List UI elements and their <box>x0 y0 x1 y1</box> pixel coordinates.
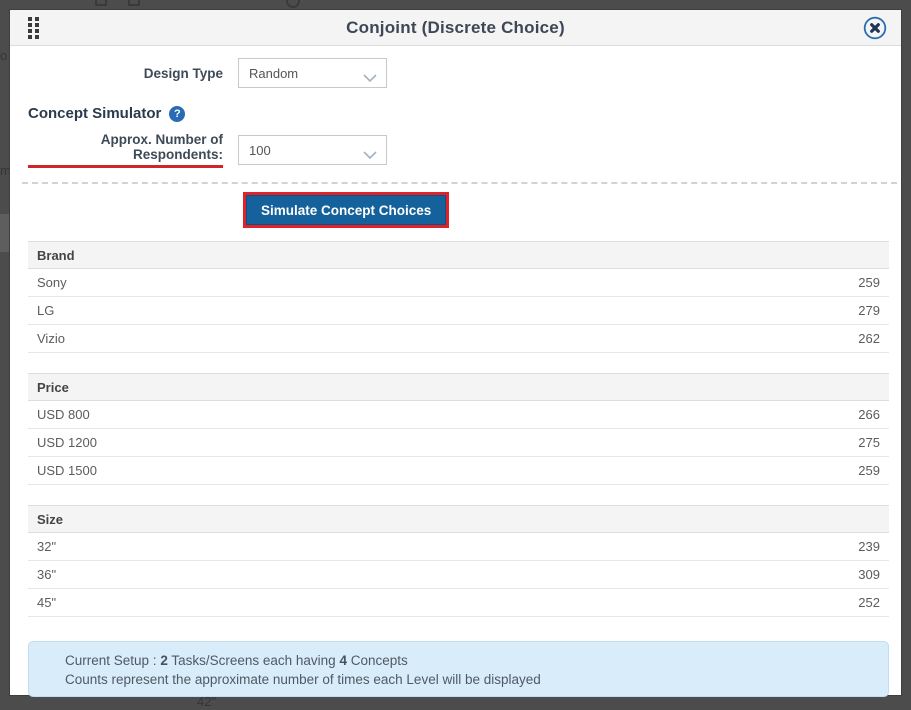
modal-header: Conjoint (Discrete Choice) <box>10 10 901 46</box>
background-artifact <box>128 0 140 6</box>
row-count: 252 <box>858 595 880 610</box>
info-box: Current Setup : 2 Tasks/Screens each hav… <box>28 641 889 697</box>
row-count: 259 <box>858 275 880 290</box>
table-row: 36" 309 <box>28 561 889 589</box>
design-type-row: Design Type Random <box>28 58 889 88</box>
info-line1-part: 2 <box>160 653 168 668</box>
design-type-value: Random <box>249 66 298 81</box>
modal-title: Conjoint (Discrete Choice) <box>346 18 565 38</box>
close-button[interactable] <box>862 15 888 41</box>
background-artifact <box>286 0 300 8</box>
dashed-divider <box>22 182 897 184</box>
concept-simulator-heading: Concept Simulator ? <box>28 105 889 122</box>
background-artifact <box>95 0 107 6</box>
row-label: 36" <box>37 567 56 582</box>
info-line1: Current Setup : 2 Tasks/Screens each hav… <box>65 651 878 670</box>
info-line1-part: Concepts <box>347 653 408 668</box>
info-line1-part: Tasks/Screens each having <box>168 653 340 668</box>
design-type-label: Design Type <box>28 66 223 81</box>
respondents-select[interactable]: 100 <box>238 135 387 165</box>
row-count: 266 <box>858 407 880 422</box>
table-row: Sony 259 <box>28 269 889 297</box>
info-line2: Counts represent the approximate number … <box>65 670 878 689</box>
chevron-down-icon <box>363 70 377 85</box>
conjoint-modal: Conjoint (Discrete Choice) Design Type R… <box>10 10 901 695</box>
background-artifact: o <box>0 48 7 63</box>
row-label: USD 1200 <box>37 435 97 450</box>
respondents-label-col: Approx. Number of Respondents: <box>28 132 223 168</box>
level-count-table: Size 32" 239 36" 309 45" 252 <box>28 505 889 617</box>
table-header: Brand <box>28 241 889 269</box>
simulate-button-wrap: Simulate Concept Choices <box>28 195 889 225</box>
close-icon <box>862 29 888 44</box>
design-type-select[interactable]: Random <box>238 58 387 88</box>
table-row: 45" 252 <box>28 589 889 617</box>
row-label: USD 800 <box>37 407 90 422</box>
table-row: USD 800 266 <box>28 401 889 429</box>
info-line1-part: 4 <box>339 653 347 668</box>
simulate-concept-choices-button[interactable]: Simulate Concept Choices <box>246 195 446 225</box>
chevron-down-icon <box>363 147 377 162</box>
respondents-row: Approx. Number of Respondents: 100 <box>28 132 889 168</box>
row-label: USD 1500 <box>37 463 97 478</box>
table-row: 32" 239 <box>28 533 889 561</box>
concept-simulator-title: Concept Simulator <box>28 105 161 122</box>
info-line1-part: Current Setup : <box>65 653 160 668</box>
tables: Brand Sony 259 LG 279 Vizio 262 Price USD 800 266… <box>28 241 889 617</box>
table-header: Size <box>28 505 889 533</box>
row-count: 262 <box>858 331 880 346</box>
respondents-label: Approx. Number of Respondents: <box>28 132 223 168</box>
respondents-value: 100 <box>249 143 271 158</box>
row-label: 45" <box>37 595 56 610</box>
row-count: 275 <box>858 435 880 450</box>
modal-body: Design Type Random Concept Simulator ? A… <box>10 46 901 697</box>
row-count: 309 <box>858 567 880 582</box>
row-label: Vizio <box>37 331 65 346</box>
background-artifact <box>0 214 10 252</box>
table-header: Price <box>28 373 889 401</box>
level-count-table: Price USD 800 266 USD 1200 275 USD 1500 259 <box>28 373 889 485</box>
drag-handle-icon[interactable] <box>28 17 39 39</box>
table-row: LG 279 <box>28 297 889 325</box>
table-row: Vizio 262 <box>28 325 889 353</box>
row-count: 239 <box>858 539 880 554</box>
row-label: 32" <box>37 539 56 554</box>
row-label: Sony <box>37 275 67 290</box>
table-row: USD 1200 275 <box>28 429 889 457</box>
row-count: 279 <box>858 303 880 318</box>
row-label: LG <box>37 303 54 318</box>
table-row: USD 1500 259 <box>28 457 889 485</box>
help-icon[interactable]: ? <box>169 106 185 122</box>
level-count-table: Brand Sony 259 LG 279 Vizio 262 <box>28 241 889 353</box>
row-count: 259 <box>858 463 880 478</box>
